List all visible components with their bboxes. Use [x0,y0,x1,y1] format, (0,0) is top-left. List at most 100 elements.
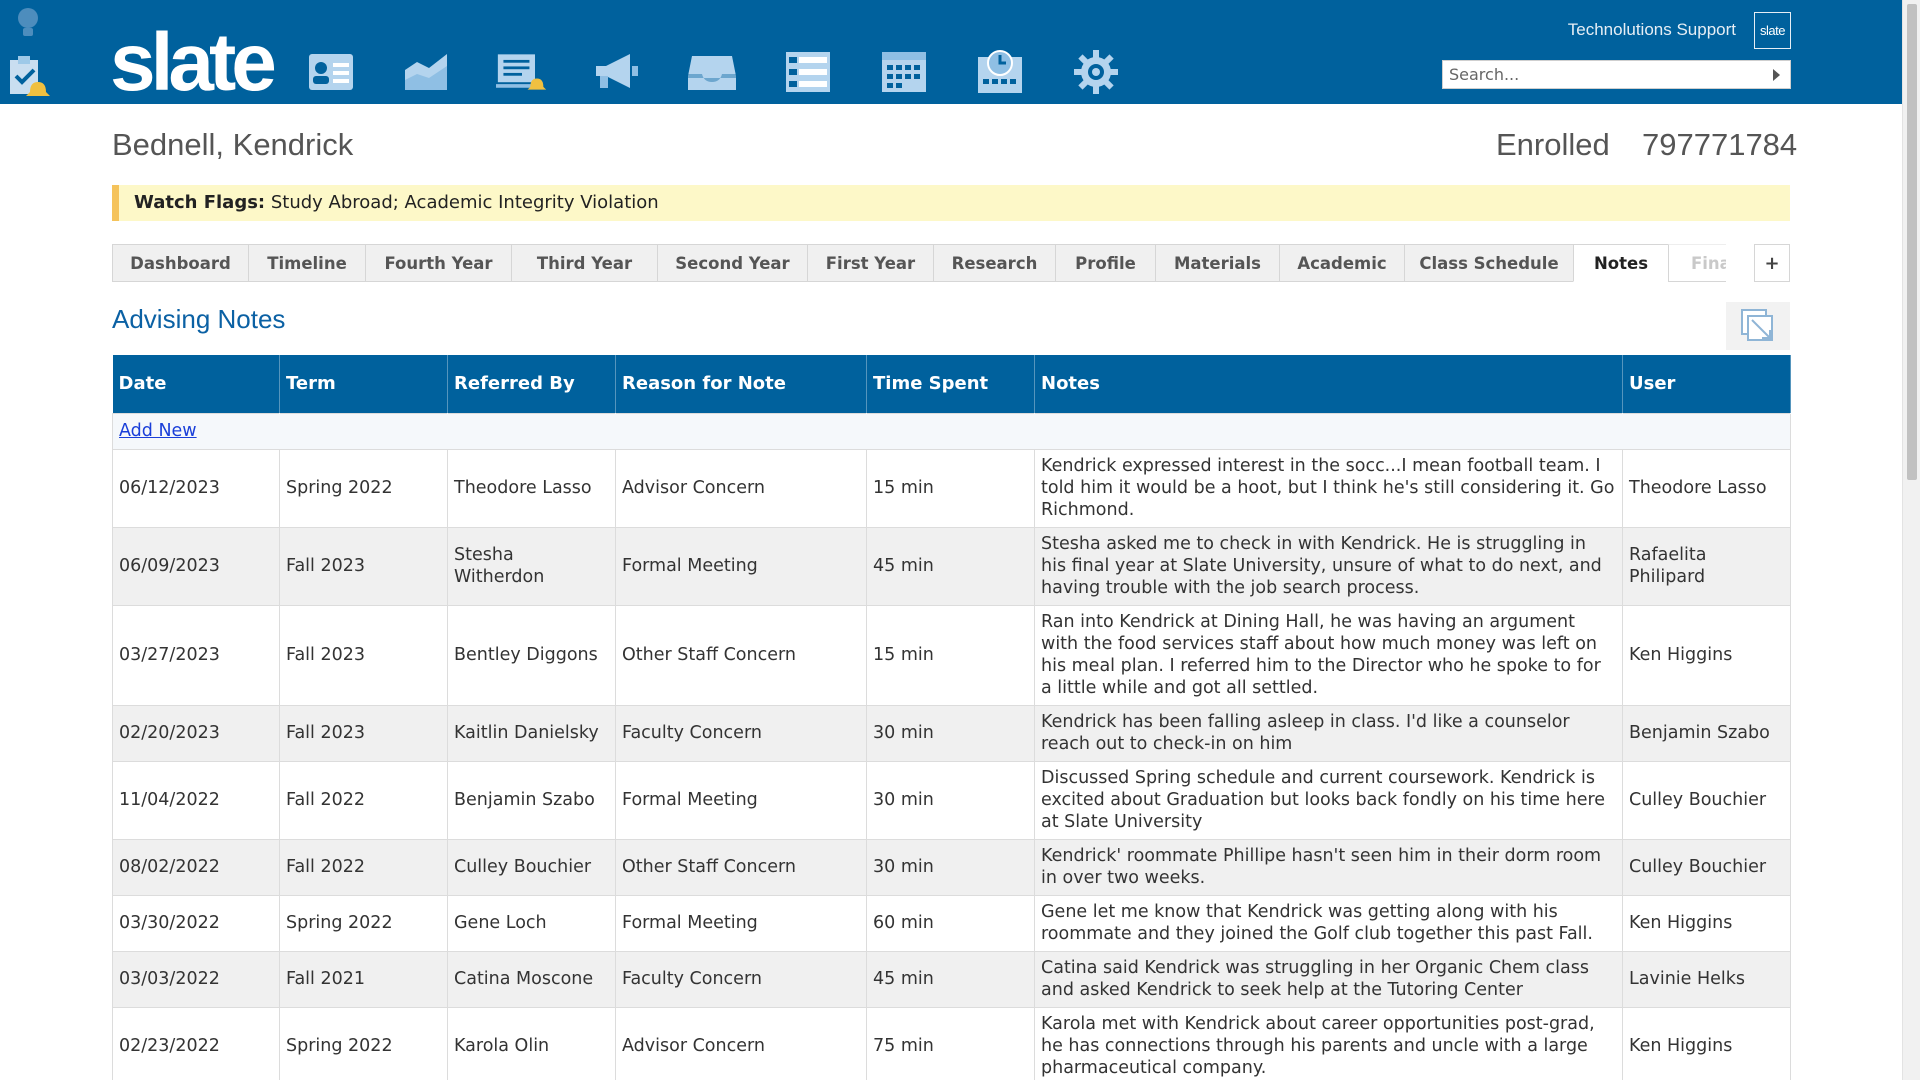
scrollbar-thumb[interactable] [1907,4,1917,480]
column-header-user[interactable]: User [1622,355,1791,413]
cell-notes: Stesha asked me to check in with Kendric… [1034,526,1623,606]
cell-reason: Faculty Concern [615,950,867,1008]
cell-referred-by: Gene Loch [447,894,616,952]
table-row[interactable]: 03/27/2023 Fall 2023 Bentley Diggons Oth… [112,604,1791,706]
cell-date: 06/12/2023 [112,448,280,528]
table-row[interactable]: 11/04/2022 Fall 2022 Benjamin Szabo Form… [112,760,1791,840]
cell-notes: Gene let me know that Kendrick was getti… [1034,894,1623,952]
tab-materials[interactable]: Materials [1155,244,1279,282]
cell-reason: Advisor Concern [615,1006,867,1080]
tab-dashboard[interactable]: Dashboard [112,244,248,282]
cell-notes: Kendrick' roommate Phillipe hasn't seen … [1034,838,1623,896]
schedule-icon[interactable] [974,48,1026,96]
watch-flags-banner: Watch Flags: Study Abroad; Academic Inte… [112,185,1790,221]
cell-reason: Other Staff Concern [615,604,867,706]
tab-third-year[interactable]: Third Year [511,244,657,282]
support-user-link[interactable]: Technolutions Support [1568,20,1736,40]
cell-time-spent: 15 min [866,604,1035,706]
cell-notes: Kendrick expressed interest in the socc.… [1034,448,1623,528]
column-header-notes[interactable]: Notes [1034,355,1623,413]
search-box [1442,60,1791,89]
cell-referred-by: Benjamin Szabo [447,760,616,840]
table-row[interactable]: 08/02/2022 Fall 2022 Culley Bouchier Oth… [112,838,1791,896]
person-status: Enrolled [1496,127,1610,162]
column-header-referred-by[interactable]: Referred By [447,355,616,413]
chart-area-icon[interactable] [400,48,452,96]
cell-date: 02/23/2022 [112,1006,280,1080]
cell-term: Fall 2022 [279,760,448,840]
cell-user: Theodore Lasso [1622,448,1791,528]
reader-alert-icon[interactable] [496,48,548,96]
cell-notes: Catina said Kendrick was struggling in h… [1034,950,1623,1008]
top-navigation-bar: slate Technolutions Support slate [0,0,1902,108]
cell-date: 11/04/2022 [112,760,280,840]
cell-user: Ken Higgins [1622,1006,1791,1080]
person-id: 797771784 [1642,127,1798,162]
table-row[interactable]: 06/09/2023 Fall 2023 Stesha Witherdon Fo… [112,526,1791,606]
tab-first-year[interactable]: First Year [807,244,933,282]
cell-time-spent: 30 min [866,704,1035,762]
table-row[interactable]: 03/03/2022 Fall 2021 Catina Moscone Facu… [112,950,1791,1008]
cell-term: Fall 2023 [279,704,448,762]
cell-time-spent: 45 min [866,950,1035,1008]
table-row[interactable]: 03/30/2022 Spring 2022 Gene Loch Formal … [112,894,1791,952]
cell-referred-by: Catina Moscone [447,950,616,1008]
cell-reason: Formal Meeting [615,526,867,606]
column-header-date[interactable]: Date [112,355,280,413]
cell-term: Fall 2021 [279,950,448,1008]
tab-financial[interactable]: Fina [1668,244,1726,282]
add-new-link[interactable]: Add New [119,421,197,441]
page-scrollbar[interactable] [1902,0,1920,1080]
cell-term: Spring 2022 [279,894,448,952]
add-tab-button[interactable]: + [1754,244,1790,282]
cell-user: Culley Bouchier [1622,838,1791,896]
cell-term: Spring 2022 [279,448,448,528]
calendar-icon[interactable] [878,48,930,96]
lightbulb-icon[interactable] [14,6,42,42]
cell-term: Fall 2023 [279,604,448,706]
export-button[interactable] [1726,302,1790,350]
tab-academic[interactable]: Academic [1279,244,1404,282]
table-row[interactable]: 06/12/2023 Spring 2022 Theodore Lasso Ad… [112,448,1791,528]
add-new-row: Add New [112,412,1791,450]
megaphone-icon[interactable] [590,48,642,96]
cell-user: Ken Higgins [1622,894,1791,952]
cell-reason: Formal Meeting [615,894,867,952]
cell-time-spent: 60 min [866,894,1035,952]
list-icon[interactable] [782,48,834,96]
tab-second-year[interactable]: Second Year [657,244,807,282]
table-row[interactable]: 02/20/2023 Fall 2023 Kaitlin Danielsky F… [112,704,1791,762]
inbox-icon[interactable] [686,48,738,96]
tab-notes[interactable]: Notes [1573,244,1668,282]
tab-profile[interactable]: Profile [1055,244,1155,282]
cell-user: Lavinie Helks [1622,950,1791,1008]
cell-user: Ken Higgins [1622,604,1791,706]
tab-fourth-year[interactable]: Fourth Year [365,244,511,282]
cell-notes: Discussed Spring schedule and current co… [1034,760,1623,840]
column-header-reason[interactable]: Reason for Note [615,355,867,413]
watch-flags-label: Watch Flags: [134,192,266,213]
table-row[interactable]: 02/23/2022 Spring 2022 Karola Olin Advis… [112,1006,1791,1080]
search-input[interactable] [1443,61,1753,88]
tab-timeline[interactable]: Timeline [248,244,365,282]
cell-notes: Kendrick has been falling asleep in clas… [1034,704,1623,762]
export-icon [1741,309,1773,341]
task-checklist-icon[interactable] [8,54,52,100]
cell-notes: Karola met with Kendrick about career op… [1034,1006,1623,1080]
slate-logo[interactable]: slate [110,18,277,108]
cell-referred-by: Kaitlin Danielsky [447,704,616,762]
tab-research[interactable]: Research [933,244,1055,282]
slate-badge-button[interactable]: slate [1754,12,1791,49]
cell-user: Culley Bouchier [1622,760,1791,840]
cell-time-spent: 30 min [866,760,1035,840]
cell-time-spent: 30 min [866,838,1035,896]
cell-reason: Formal Meeting [615,760,867,840]
cell-reason: Advisor Concern [615,448,867,528]
column-header-term[interactable]: Term [279,355,448,413]
gear-icon[interactable] [1070,48,1122,96]
column-header-time-spent[interactable]: Time Spent [866,355,1035,413]
tab-class-schedule[interactable]: Class Schedule [1404,244,1573,282]
cell-date: 08/02/2022 [112,838,280,896]
contact-card-icon[interactable] [305,48,357,96]
search-go-icon[interactable] [1773,69,1780,81]
